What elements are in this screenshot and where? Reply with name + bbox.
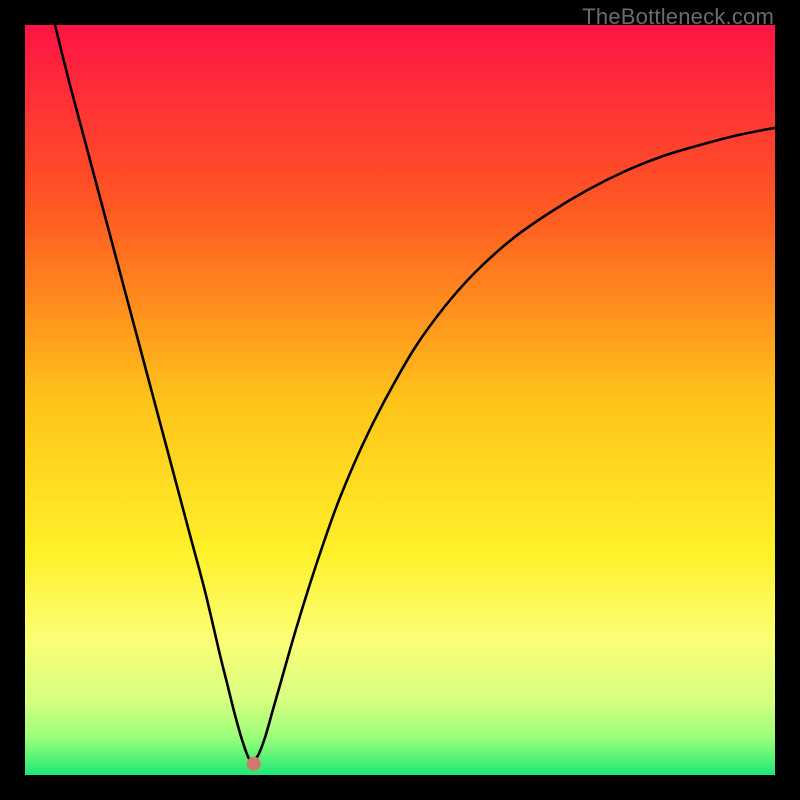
gradient-background [25, 25, 775, 775]
watermark-text: TheBottleneck.com [582, 4, 774, 30]
optimal-marker [247, 757, 261, 771]
bottleneck-chart [25, 25, 775, 775]
chart-frame [25, 25, 775, 775]
